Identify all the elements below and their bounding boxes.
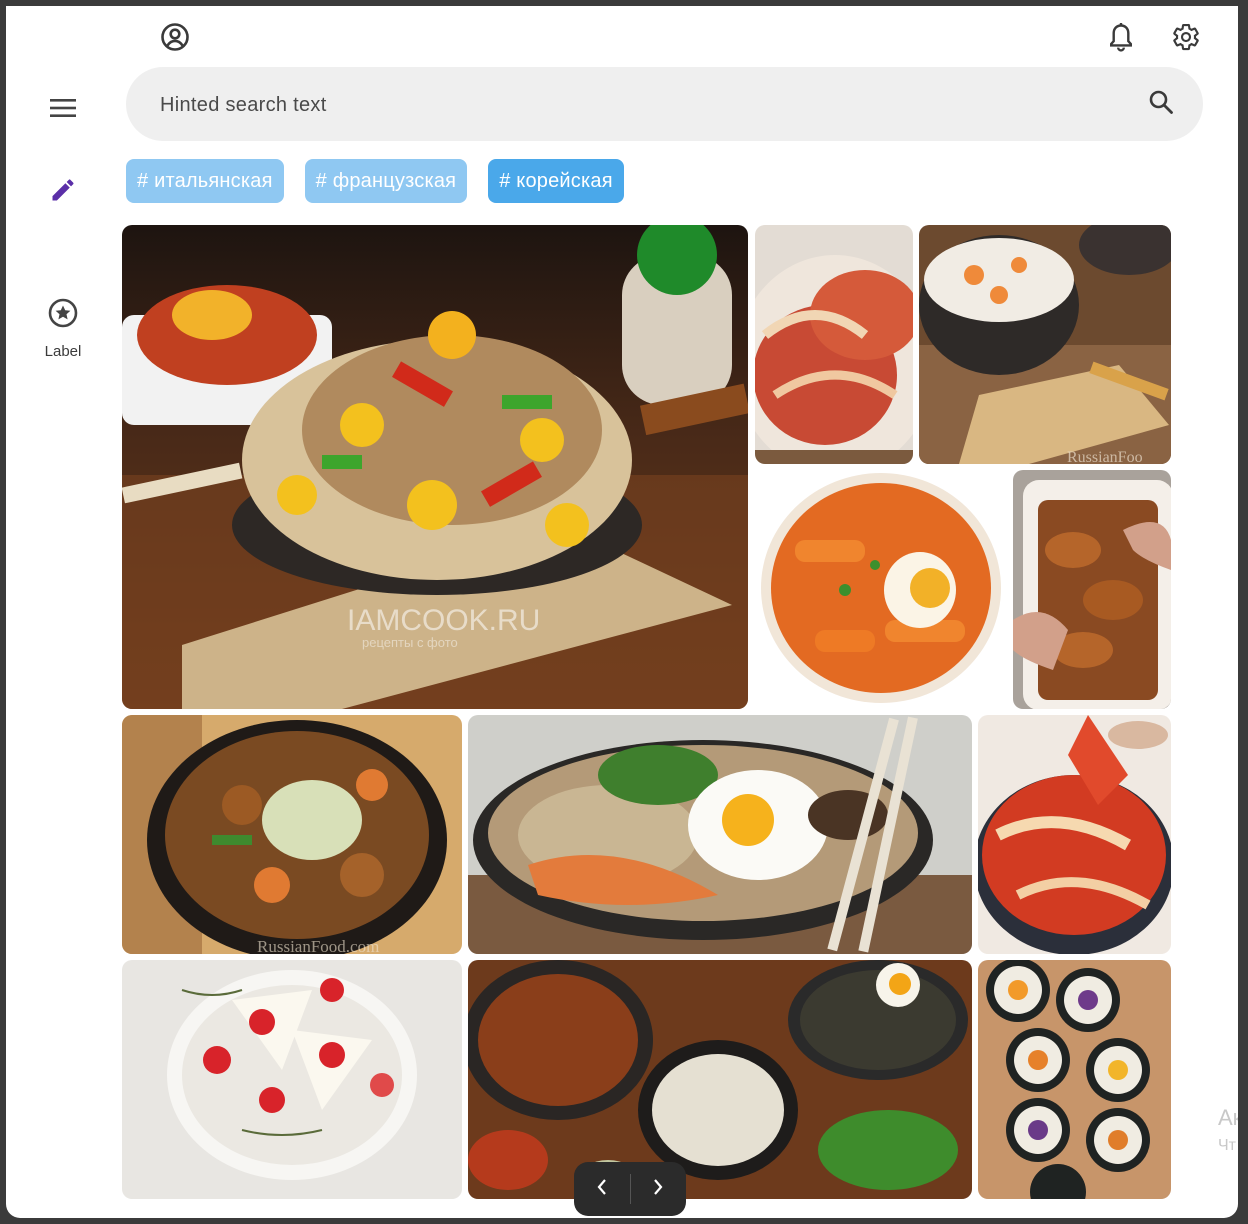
gallery-image-chicken-wings[interactable]: [1013, 470, 1171, 709]
edit-pencil-icon: [49, 176, 77, 209]
search-input[interactable]: [158, 67, 1122, 143]
chevron-right-icon: [651, 1177, 665, 1202]
gallery-image-kimbap[interactable]: [978, 960, 1171, 1199]
app-window: Label # итальянская # французская # коре…: [6, 6, 1238, 1218]
activation-line-2: Чт: [1218, 1137, 1236, 1154]
rail-item-label[interactable]: [38, 290, 88, 340]
rail-item-label-text: Label: [44, 343, 82, 360]
gallery-image-korean-stew[interactable]: RussianFood.com: [122, 715, 462, 954]
tag-chips: # итальянская # французская # корейская: [126, 159, 624, 203]
gallery-image-white-kimchi[interactable]: RussianFoo: [919, 225, 1171, 464]
search-bar: [126, 67, 1203, 143]
watermark-russianfood-stew: RussianFood.com: [257, 937, 379, 954]
notifications-button[interactable]: [1101, 19, 1141, 59]
search-icon: [1147, 88, 1175, 121]
settings-button[interactable]: [1166, 19, 1206, 59]
gallery-image-napa-kimchi[interactable]: [755, 225, 913, 464]
menu-icon: [49, 97, 77, 124]
chip-korean[interactable]: # корейская: [488, 159, 624, 203]
watermark-russianfood: RussianFoo: [1067, 449, 1143, 464]
search-button[interactable]: [1141, 84, 1181, 124]
gallery-image-tteokbokki[interactable]: [755, 470, 1007, 709]
chip-italian[interactable]: # итальянская: [126, 159, 284, 203]
gallery-image-korean-table[interactable]: [468, 960, 972, 1199]
account-button[interactable]: [155, 19, 195, 59]
chevron-left-icon: [595, 1177, 609, 1202]
next-page-button[interactable]: [630, 1162, 686, 1216]
gallery-image-kimchi-closeup[interactable]: [978, 715, 1171, 954]
pager: [574, 1162, 686, 1216]
navigation-rail: Label: [6, 6, 120, 1218]
account-circle-icon: [160, 22, 190, 57]
star-circle-icon: [47, 297, 79, 334]
previous-page-button[interactable]: [574, 1162, 630, 1216]
gallery-image-japchae[interactable]: IAMCOOK.RU рецепты с фото: [122, 225, 748, 709]
chip-french[interactable]: # французская: [304, 159, 468, 203]
os-activation-overlay: Ак Чт: [1218, 1104, 1238, 1160]
edit-button[interactable]: [38, 167, 88, 217]
gallery-image-strawberry-sandwiches[interactable]: [122, 960, 462, 1199]
gallery-image-bibimbap[interactable]: [468, 715, 972, 954]
gear-icon: [1171, 22, 1201, 57]
watermark-iamcook: IAMCOOK.RU: [347, 604, 540, 637]
watermark-iamcook-sub: рецепты с фото: [362, 635, 458, 650]
activation-line-1: Ак: [1218, 1105, 1238, 1130]
menu-button[interactable]: [38, 85, 88, 135]
bell-icon: [1108, 22, 1134, 57]
